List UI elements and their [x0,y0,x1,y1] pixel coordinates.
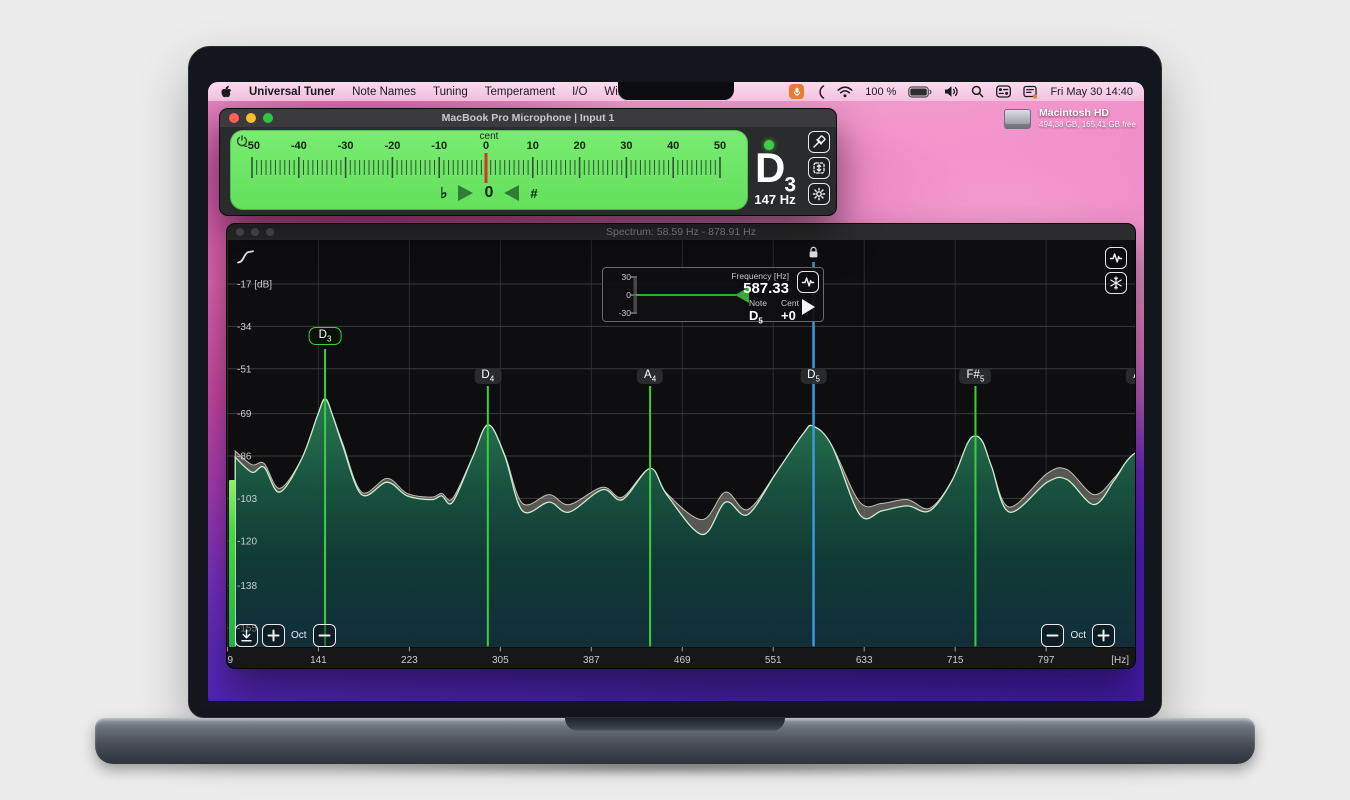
hz-axis-unit: [Hz] [1111,655,1129,666]
volume-info: 494,38 GB, 165,41 GB free [1039,120,1136,129]
smoothing-curve-icon[interactable] [236,249,255,270]
waveform-view-button[interactable] [1105,247,1127,269]
hz-tick-label: 715 [947,655,964,666]
hz-tick-label: 305 [492,655,509,666]
popup-waveform-button[interactable] [797,271,819,293]
export-button[interactable] [235,624,258,647]
resize-window-button[interactable] [808,157,830,179]
hz-tick-label: 797 [1038,655,1055,666]
lid-lift-notch [565,718,785,731]
settings-gear-button[interactable] [808,183,830,205]
popup-cent-value: +0 [781,308,799,324]
control-center-icon[interactable] [996,85,1011,98]
tuner-window: MacBook Pro Microphone | Input 1 cent -5… [219,108,837,216]
sharp-symbol: # [530,186,537,201]
db-tick-label: -34 [237,322,252,333]
close-button[interactable] [236,228,244,236]
db-tick-label: -17 [dB] [237,280,272,291]
octave-label-right: Oct [1070,630,1086,641]
battery-percent-label: 100 % [865,86,896,98]
db-tick-label: -51 [237,364,252,375]
cent-deviation-value: 0 [484,184,493,202]
menu-app-name[interactable]: Universal Tuner [249,86,335,98]
hz-tick-label: 59 [227,655,233,666]
menu-note-names[interactable]: Note Names [352,86,416,98]
menu-temperament[interactable]: Temperament [485,86,555,98]
freeze-snowflake-button[interactable] [1105,272,1127,294]
octave-zoom-in-button-left[interactable] [262,624,285,647]
hz-tick-label: 387 [583,655,600,666]
octave-zoom-out-button-right[interactable] [1041,624,1064,647]
cent-scale-panel: cent -50-40-30-20-1001020304050 ♭ 0 # [230,130,748,210]
peak-note-label[interactable]: D3 [309,327,342,345]
octave-zoom-in-button-right[interactable] [1092,624,1115,647]
flat-symbol: ♭ [440,184,447,202]
spotlight-search-icon[interactable] [971,85,984,98]
play-tone-button[interactable] [802,299,815,315]
hz-tick-label: 551 [765,655,782,666]
db-tick-label: -120 [237,536,257,547]
hz-tick-label: 141 [310,655,327,666]
peak-note-label[interactable]: F#5 [960,368,992,384]
lock-icon[interactable] [808,246,819,264]
app-status-menu-icon[interactable] [1023,85,1038,99]
battery-icon[interactable] [908,86,932,98]
desktop-volume[interactable]: Macintosh HD 494,38 GB, 165,41 GB free [1004,107,1136,129]
menu-io[interactable]: I/O [572,86,587,98]
popup-note-label: Note [749,298,767,308]
spectrum-window: Spectrum: 58.59 Hz - 878.91 Hz 59 141 223 3… [226,223,1136,669]
tune-up-arrow-icon [458,185,473,201]
minimize-button[interactable] [251,228,259,236]
focus-mode-icon[interactable] [816,85,825,99]
peak-note-label[interactable]: D5 [800,368,827,384]
popup-frequency-value: 587.33 [731,281,789,298]
popup-cent-label: Cent [781,298,799,308]
peak-note-label[interactable]: D4 [474,368,501,384]
input-level-meter [229,480,235,647]
volume-name: Macintosh HD [1039,107,1136,119]
db-tick-label: -69 [237,409,252,420]
tune-down-arrow-icon [504,185,519,201]
menu-tuning[interactable]: Tuning [433,86,468,98]
hz-tick-label: 469 [674,655,691,666]
macbook-base [95,718,1255,764]
db-tick-label: -103 [237,494,257,505]
detected-note: D3 [744,147,806,195]
popup-cent-line [636,294,736,296]
hz-tick-label: 223 [401,655,418,666]
octave-label-left: Oct [291,630,307,641]
tuner-window-title: MacBook Pro Microphone | Input 1 [442,112,615,124]
camera-notch [618,82,734,100]
apple-menu-icon[interactable] [219,84,232,99]
peak-note-label[interactable]: A5 [1126,368,1136,384]
volume-icon[interactable] [944,85,959,98]
averaged-spectrum-curve [235,399,1136,647]
tuner-titlebar[interactable]: MacBook Pro Microphone | Input 1 [220,109,836,127]
zoom-button[interactable] [263,113,273,123]
wifi-icon[interactable] [837,85,853,98]
zoom-button[interactable] [266,228,274,236]
hz-tick-label: 633 [856,655,873,666]
detected-frequency: 147 Hz [738,192,812,207]
spectrum-window-title: Spectrum: 58.59 Hz - 878.91 Hz [606,226,756,238]
popup-note-value: D5 [749,308,767,326]
microphone-in-use-indicator[interactable] [789,84,804,99]
spectrum-titlebar[interactable]: Spectrum: 58.59 Hz - 878.91 Hz [227,224,1135,240]
pin-window-button[interactable] [808,131,830,153]
db-tick-label: -86 [237,452,252,463]
macbook-screen: Universal Tuner Note Names Tuning Temper… [208,82,1144,701]
desktop-mockup: Universal Tuner Note Names Tuning Temper… [0,0,1350,800]
close-button[interactable] [229,113,239,123]
macbook-lid: Universal Tuner Note Names Tuning Temper… [188,46,1162,718]
db-tick-label: -138 [237,581,257,592]
frequency-inspector-popup[interactable]: 30 0 -30 Frequency [Hz] 587.33 Note D5 [602,267,824,322]
tuning-needle [485,153,488,183]
menu-clock[interactable]: Fri May 30 14:40 [1050,86,1133,98]
minimize-button[interactable] [246,113,256,123]
hard-drive-icon [1004,109,1031,129]
spectrum-plot-area[interactable]: 59 141 223 305 387 469 551 633 715 797 [Hz] -17 [dB… [227,240,1136,669]
peak-note-label[interactable]: A4 [637,368,663,384]
octave-zoom-out-button-left[interactable] [313,624,336,647]
